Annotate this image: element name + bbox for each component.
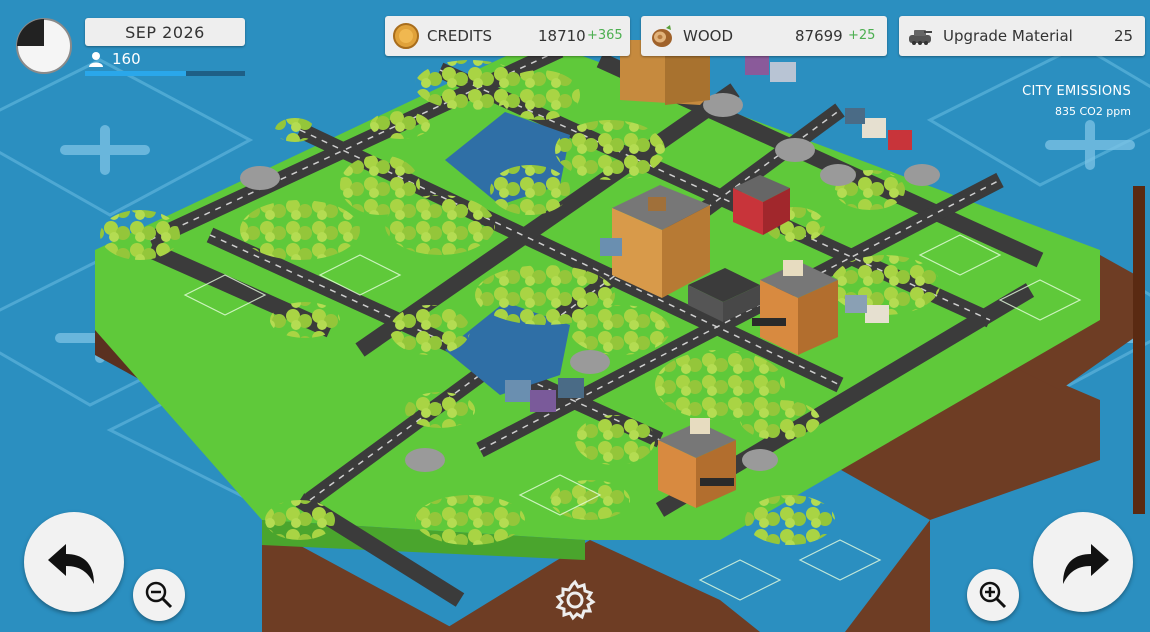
credits-panel: CREDITS 18710 +365 xyxy=(385,16,630,56)
rotate-right-button[interactable] xyxy=(1033,512,1133,612)
credits-value: 18710 xyxy=(538,27,586,45)
emissions-meter xyxy=(1133,186,1145,514)
wood-value: 87699 xyxy=(795,27,843,45)
population-value: 160 xyxy=(112,50,141,68)
user-icon xyxy=(89,52,103,67)
city-emissions-panel: CITY EMISSIONS 835 CO2 ppm xyxy=(1022,84,1131,118)
upgrade-material-label: Upgrade Material xyxy=(943,27,1073,45)
city-game-view[interactable] xyxy=(0,0,1150,632)
population-progress-bar xyxy=(85,71,245,76)
upgrade-material-panel: Upgrade Material 25 xyxy=(899,16,1145,56)
rotate-right-icon xyxy=(1063,544,1109,584)
credits-label: CREDITS xyxy=(427,27,493,45)
emissions-value: 835 CO2 ppm xyxy=(1054,105,1131,118)
date-text: SEP 2026 xyxy=(125,22,205,42)
coin-icon xyxy=(393,23,419,49)
wood-panel: WOOD 87699 +25 xyxy=(641,16,887,56)
rotate-left-icon xyxy=(48,544,94,584)
zoom-out-icon xyxy=(145,581,173,609)
population-display: 160 xyxy=(88,50,248,70)
wood-log-icon xyxy=(652,25,672,47)
wood-label: WOOD xyxy=(683,27,733,45)
emissions-title: CITY EMISSIONS xyxy=(1022,84,1131,99)
zoom-in-icon xyxy=(979,581,1007,609)
profile-avatar[interactable] xyxy=(15,17,73,75)
population-progress-fill xyxy=(85,71,186,76)
gear-icon[interactable] xyxy=(553,578,597,622)
zoom-out-button[interactable] xyxy=(133,569,185,621)
tank-icon xyxy=(909,30,932,45)
wood-delta: +25 xyxy=(848,28,876,43)
date-display: SEP 2026 xyxy=(85,18,245,46)
zoom-in-button[interactable] xyxy=(967,569,1019,621)
rotate-left-button[interactable] xyxy=(24,512,124,612)
credits-delta: +365 xyxy=(587,28,623,43)
upgrade-material-value: 25 xyxy=(1114,27,1134,45)
